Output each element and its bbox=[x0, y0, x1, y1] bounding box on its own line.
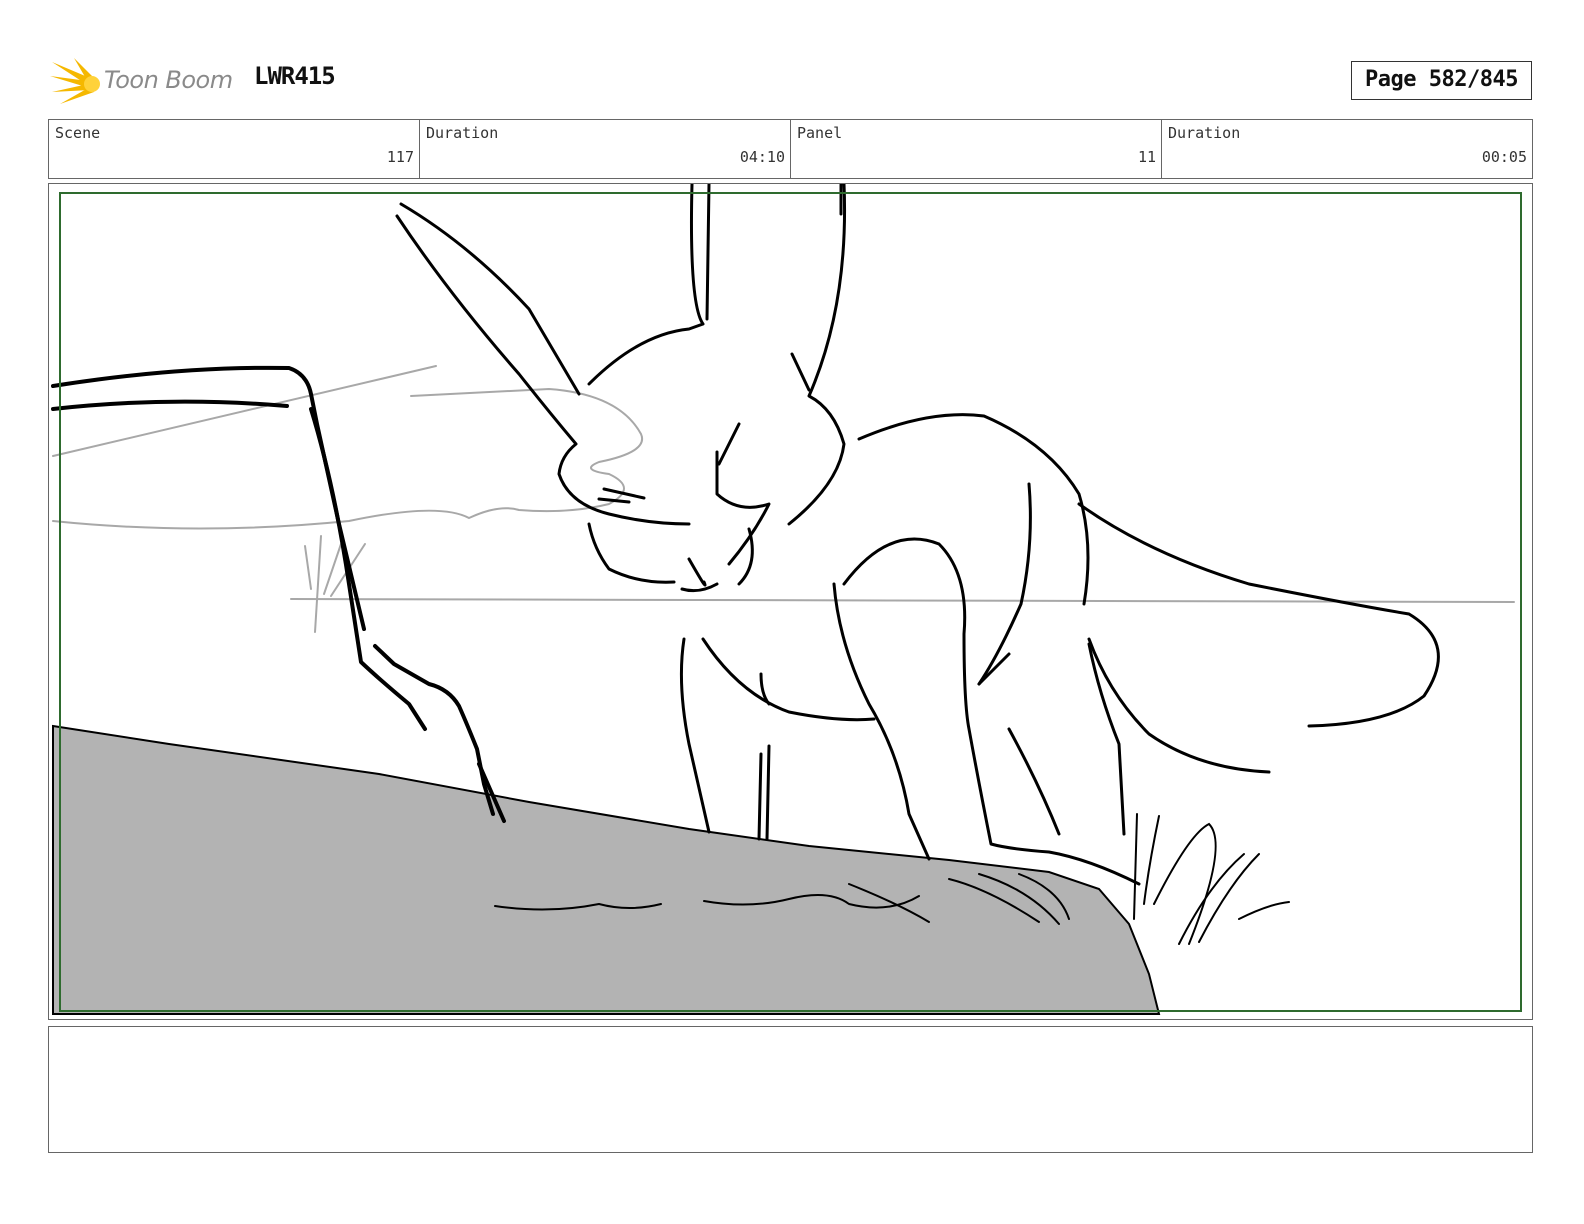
page-number: Page 582/845 bbox=[1351, 61, 1532, 100]
scene-value: 117 bbox=[386, 148, 414, 166]
scene-cell: Scene 117 bbox=[49, 120, 420, 178]
storyboard-panel bbox=[48, 183, 1533, 1020]
scene-duration-value: 04:10 bbox=[739, 148, 785, 166]
toon-boom-logo: Toon Boom bbox=[50, 54, 240, 110]
panel-duration-value: 00:05 bbox=[1481, 148, 1527, 166]
scene-label: Scene bbox=[55, 124, 101, 142]
scene-duration-cell: Duration 04:10 bbox=[420, 120, 791, 178]
logo-text: Toon Boom bbox=[104, 66, 233, 94]
panel-duration-cell: Duration 00:05 bbox=[1162, 120, 1532, 178]
panel-label: Panel bbox=[797, 124, 843, 142]
notes-box bbox=[48, 1026, 1533, 1153]
scene-duration-label: Duration bbox=[426, 124, 499, 142]
storyboard-sketch bbox=[51, 184, 1515, 1015]
panel-cell: Panel 11 bbox=[791, 120, 1162, 178]
panel-duration-label: Duration bbox=[1168, 124, 1241, 142]
project-code: LWR415 bbox=[254, 62, 336, 90]
starburst-logo-icon bbox=[50, 58, 100, 104]
rock-shape bbox=[52, 724, 1161, 1015]
panel-value: 11 bbox=[1137, 148, 1156, 166]
panel-info-row: Scene 117 Duration 04:10 Panel 11 Durati… bbox=[48, 119, 1533, 179]
